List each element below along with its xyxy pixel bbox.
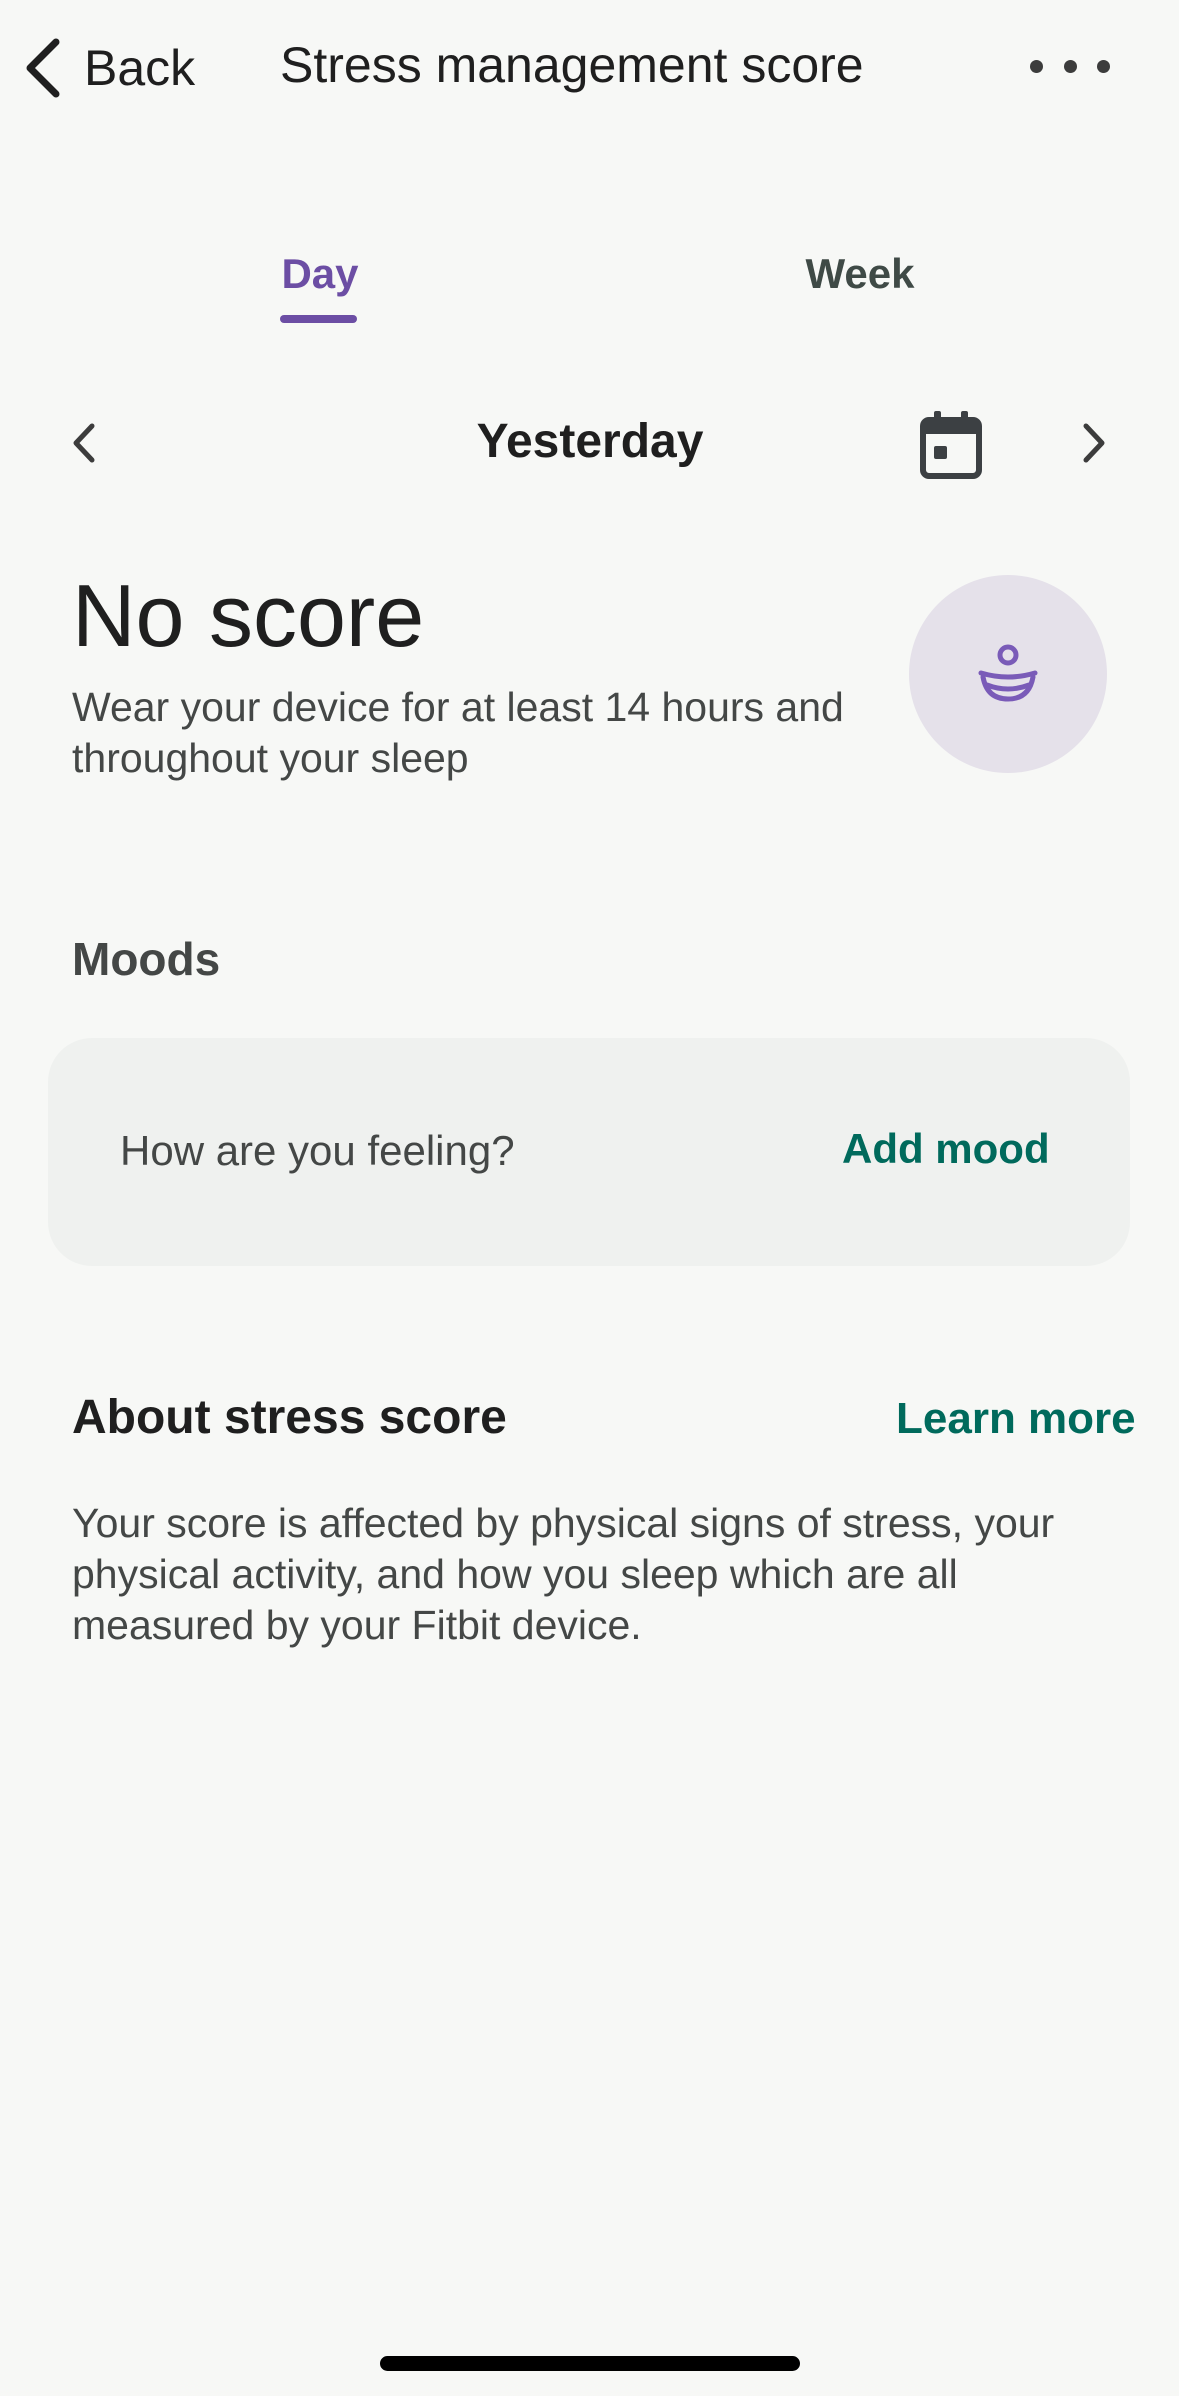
- tab-week[interactable]: Week: [780, 250, 940, 298]
- score-description: Wear your device for at least 14 hours a…: [72, 684, 844, 781]
- chevron-right-icon: [1083, 423, 1105, 463]
- add-mood-button[interactable]: Add mood: [842, 1125, 1050, 1173]
- mood-prompt: How are you feeling?: [120, 1127, 515, 1174]
- page-title: Stress management score: [280, 37, 864, 93]
- more-horizontal-icon: [1030, 59, 1043, 73]
- score-badge: [909, 575, 1107, 773]
- more-options-button[interactable]: [1030, 44, 1110, 88]
- next-day-button[interactable]: [1068, 418, 1118, 468]
- score-title: No score: [72, 566, 425, 665]
- back-label: Back: [84, 40, 196, 96]
- back-button[interactable]: Back: [22, 30, 195, 106]
- chevron-left-icon: [26, 38, 60, 98]
- calendar-icon: [920, 411, 982, 479]
- calendar-button[interactable]: [918, 410, 984, 480]
- date-label: Yesterday: [476, 415, 704, 468]
- home-indicator[interactable]: [380, 2356, 800, 2371]
- meditation-icon: [978, 644, 1038, 702]
- about-body: Your score is affected by physical signs…: [72, 1500, 1055, 1648]
- chevron-left-icon: [73, 423, 95, 463]
- moods-heading: Moods: [72, 933, 221, 985]
- tab-day[interactable]: Day: [240, 250, 400, 298]
- learn-more-link[interactable]: Learn more: [896, 1394, 1136, 1444]
- selected-tab-indicator: [280, 315, 357, 323]
- about-heading: About stress score: [72, 1391, 507, 1444]
- previous-day-button[interactable]: [60, 418, 110, 468]
